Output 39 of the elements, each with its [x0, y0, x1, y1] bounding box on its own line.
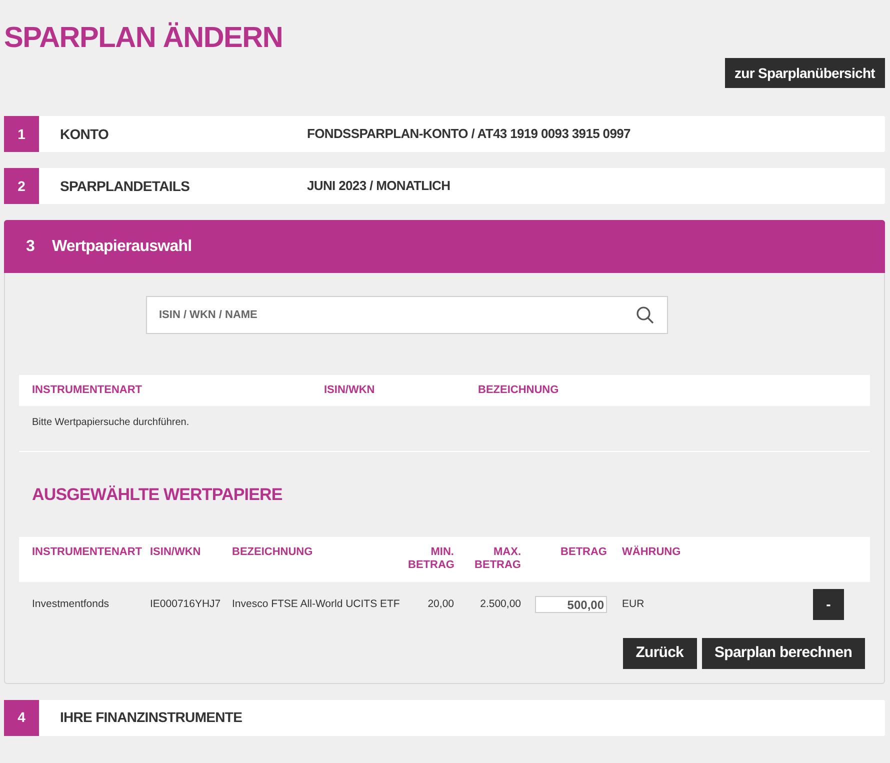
- column-header: MAX. BETRAG: [474, 546, 521, 572]
- step-summary: FONDSSPARPLAN-KONTO / AT43 1919 0093 3915 0997: [307, 125, 630, 144]
- step-row[interactable]: 4 IHRE FINANZINSTRUMENTE: [4, 700, 885, 736]
- step-row[interactable]: 1 KONTO FONDSSPARPLAN-KONTO / AT43 1919 0093 3915 0997: [4, 116, 885, 152]
- step-row[interactable]: 2 SPARPLANDETAILS JUNI 2023 / MONATLICH: [4, 168, 885, 204]
- search-field[interactable]: ISIN / WKN / NAME: [146, 296, 668, 334]
- column-header: ISIN/WKN: [150, 546, 202, 558]
- column-header: BETRAG: [560, 546, 607, 558]
- step-label: SPARPLANDETAILS: [60, 176, 191, 196]
- step-number: 1: [4, 116, 39, 152]
- table-cell-text: Investmentfonds: [32, 596, 110, 612]
- section-heading: AUSGEWÄHLTE WERTPAPIERE: [32, 484, 284, 506]
- action-button[interactable]: Zurück: [622, 638, 697, 668]
- column-header: ISIN/WKN: [324, 383, 376, 398]
- remove-button[interactable]: -: [813, 589, 844, 620]
- table-cell-text: 2.500,00: [479, 596, 521, 612]
- table-cell-text: IE000716YHJ7: [150, 596, 222, 612]
- amount-field[interactable]: 500,00: [535, 596, 607, 613]
- column-header: BEZEICHNUNG: [232, 546, 314, 558]
- step-number: 3: [26, 236, 36, 256]
- overview-button[interactable]: zur Sparplanübersicht: [724, 58, 885, 88]
- action-button[interactable]: Sparplan berechnen: [702, 638, 865, 668]
- column-header: INSTRUMENTENART: [32, 546, 143, 558]
- empty-message: Bitte Wertpapiersuche durchführen.: [32, 416, 190, 429]
- column-header: INSTRUMENTENART: [32, 383, 143, 398]
- table-cell-text: 20,00: [426, 596, 454, 612]
- table-cell-text: Invesco FTSE All-World UCITS ETF: [232, 596, 401, 612]
- column-header: WÄHRUNG: [622, 546, 682, 558]
- step-title[interactable]: Wertpapierauswahl: [52, 234, 192, 258]
- column-header: BEZEICHNUNG: [478, 383, 559, 398]
- table-cell-text: EUR: [622, 596, 646, 612]
- step-label: KONTO: [60, 124, 110, 144]
- page-title: SPARPLAN ÄNDERN: [4, 21, 283, 56]
- column-header: MIN. BETRAG: [408, 546, 454, 572]
- step-label: IHRE FINANZINSTRUMENTE: [60, 708, 244, 727]
- step-number: 4: [4, 700, 39, 736]
- search-icon[interactable]: [636, 306, 654, 324]
- step-summary: JUNI 2023 / MONATLICH: [307, 177, 450, 196]
- step-number: 2: [4, 168, 39, 204]
